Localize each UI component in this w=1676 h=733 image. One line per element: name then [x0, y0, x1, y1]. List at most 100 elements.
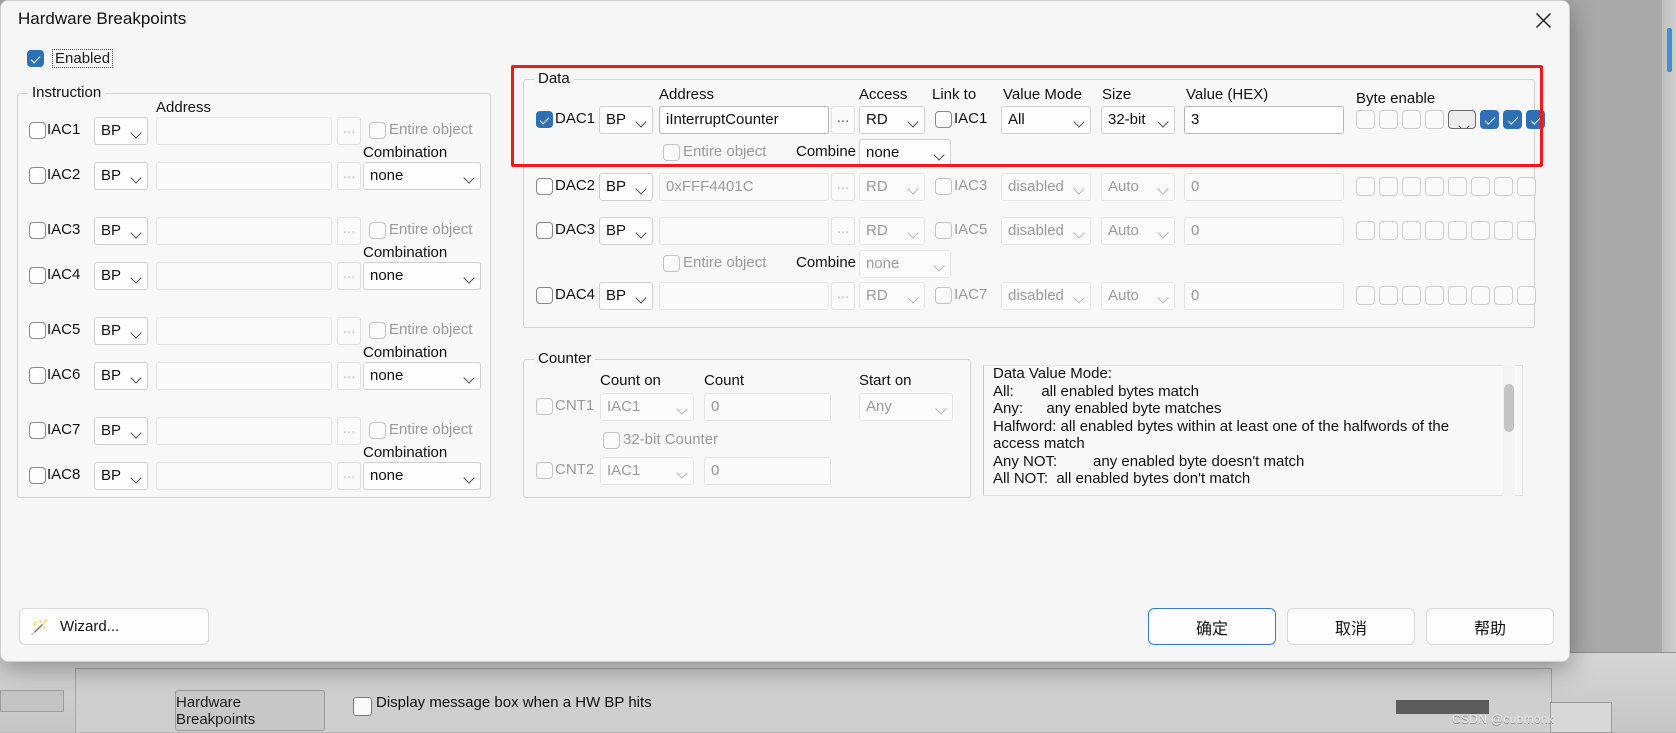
byte-enable-checkbox-dac3-0[interactable] — [1356, 221, 1375, 240]
background-hardware-breakpoints-button[interactable]: Hardware Breakpoints — [175, 690, 325, 731]
instruction-address-input-iac6[interactable] — [156, 362, 332, 390]
instruction-enable-checkbox-iac1[interactable] — [29, 122, 46, 139]
instruction-enable-checkbox-iac4[interactable] — [29, 267, 46, 284]
byte-enable-checkbox-dac2-0[interactable] — [1356, 177, 1375, 196]
instruction-address-input-iac7[interactable] — [156, 417, 332, 445]
instruction-enable-checkbox-iac5[interactable] — [29, 322, 46, 339]
byte-enable-checkbox-dac1-4[interactable] — [1448, 110, 1476, 129]
byte-enable-checkbox-dac1-5[interactable] — [1480, 110, 1499, 129]
instruction-type-select-iac4[interactable]: BP — [94, 262, 148, 290]
counter-counton-select-cnt2[interactable]: IAC1 — [600, 457, 694, 485]
data-valuemode-select-dac4[interactable]: disabled — [1001, 282, 1091, 310]
instruction-type-select-iac7[interactable]: BP — [94, 417, 148, 445]
byte-enable-checkbox-dac4-2[interactable] — [1402, 286, 1421, 305]
instruction-address-input-iac5[interactable] — [156, 317, 332, 345]
data-address-input-dac2[interactable]: 0xFFF4401C — [659, 173, 829, 201]
help-button[interactable]: 帮助 — [1426, 608, 1554, 645]
instruction-entire-object-checkbox-iac1[interactable] — [369, 122, 386, 139]
instruction-browse-button-iac1[interactable]: ... — [337, 117, 361, 145]
close-icon[interactable] — [1517, 1, 1569, 39]
byte-enable-checkbox-dac3-3[interactable] — [1425, 221, 1444, 240]
data-valuemode-select-dac3[interactable]: disabled — [1001, 217, 1091, 245]
instruction-combination-select-iac8[interactable]: none — [363, 462, 481, 490]
instruction-enable-checkbox-iac3[interactable] — [29, 222, 46, 239]
counter-count-input-cnt1[interactable]: 0 — [704, 393, 831, 421]
data-enable-checkbox-dac4[interactable] — [536, 287, 553, 304]
data-enable-checkbox-dac2[interactable] — [536, 178, 553, 195]
data-entire-object-checkbox-dac3[interactable] — [663, 255, 680, 272]
data-linkto-checkbox-dac2[interactable] — [935, 178, 952, 195]
instruction-type-select-iac3[interactable]: BP — [94, 217, 148, 245]
instruction-browse-button-iac7[interactable]: ... — [337, 417, 361, 445]
counter-starton-select-cnt1[interactable]: Any — [859, 393, 953, 421]
data-browse-button-dac4[interactable]: ... — [831, 282, 855, 310]
data-type-select-dac3[interactable]: BP — [599, 217, 653, 245]
byte-enable-checkbox-dac1-7[interactable] — [1526, 110, 1545, 129]
instruction-type-select-iac1[interactable]: BP — [94, 117, 148, 145]
data-size-select-dac3[interactable]: Auto — [1101, 217, 1175, 245]
byte-enable-checkbox-dac4-5[interactable] — [1471, 286, 1490, 305]
byte-enable-checkbox-dac2-7[interactable] — [1517, 177, 1536, 196]
cancel-button[interactable]: 取消 — [1287, 608, 1415, 645]
instruction-type-select-iac6[interactable]: BP — [94, 362, 148, 390]
counter-counton-select-cnt1[interactable]: IAC1 — [600, 393, 694, 421]
byte-enable-checkbox-dac2-2[interactable] — [1402, 177, 1421, 196]
instruction-entire-object-checkbox-iac7[interactable] — [369, 422, 386, 439]
instruction-address-input-iac4[interactable] — [156, 262, 332, 290]
data-size-select-dac1[interactable]: 32-bit — [1101, 106, 1175, 134]
byte-enable-checkbox-dac1-2[interactable] — [1402, 110, 1421, 129]
instruction-entire-object-checkbox-iac5[interactable] — [369, 322, 386, 339]
instruction-combination-select-iac6[interactable]: none — [363, 362, 481, 390]
data-valuemode-select-dac2[interactable]: disabled — [1001, 173, 1091, 201]
byte-enable-checkbox-dac3-6[interactable] — [1494, 221, 1513, 240]
instruction-type-select-iac2[interactable]: BP — [94, 162, 148, 190]
instruction-type-select-iac8[interactable]: BP — [94, 462, 148, 490]
data-size-select-dac4[interactable]: Auto — [1101, 282, 1175, 310]
byte-enable-checkbox-dac4-3[interactable] — [1425, 286, 1444, 305]
instruction-address-input-iac8[interactable] — [156, 462, 332, 490]
wizard-button[interactable]: 🪄 Wizard... — [19, 608, 209, 645]
enabled-checkbox-row[interactable]: Enabled — [27, 49, 113, 68]
byte-enable-checkbox-dac3-1[interactable] — [1379, 221, 1398, 240]
byte-enable-checkbox-dac3-7[interactable] — [1517, 221, 1536, 240]
data-value-input-dac4[interactable]: 0 — [1184, 282, 1344, 310]
data-value-input-dac2[interactable]: 0 — [1184, 173, 1344, 201]
instruction-enable-checkbox-iac8[interactable] — [29, 467, 46, 484]
instruction-browse-button-iac4[interactable]: ... — [337, 262, 361, 290]
data-access-select-dac1[interactable]: RD — [859, 106, 925, 134]
description-scrollbar-thumb[interactable] — [1504, 384, 1514, 432]
instruction-browse-button-iac8[interactable]: ... — [337, 462, 361, 490]
data-browse-button-dac1[interactable]: ... — [831, 106, 855, 134]
instruction-enable-checkbox-iac2[interactable] — [29, 167, 46, 184]
byte-enable-checkbox-dac2-4[interactable] — [1448, 177, 1467, 196]
byte-enable-checkbox-dac4-0[interactable] — [1356, 286, 1375, 305]
data-type-select-dac2[interactable]: BP — [599, 173, 653, 201]
instruction-browse-button-iac5[interactable]: ... — [337, 317, 361, 345]
byte-enable-checkbox-dac2-1[interactable] — [1379, 177, 1398, 196]
byte-enable-checkbox-dac4-1[interactable] — [1379, 286, 1398, 305]
instruction-browse-button-iac3[interactable]: ... — [337, 217, 361, 245]
byte-enable-checkbox-dac1-1[interactable] — [1379, 110, 1398, 129]
counter-enable-checkbox-cnt1[interactable] — [536, 398, 553, 415]
instruction-address-input-iac1[interactable] — [156, 117, 332, 145]
data-address-input-dac1[interactable]: iInterruptCounter — [659, 106, 829, 134]
byte-enable-checkbox-dac4-7[interactable] — [1517, 286, 1536, 305]
byte-enable-checkbox-dac2-3[interactable] — [1425, 177, 1444, 196]
data-value-input-dac3[interactable]: 0 — [1184, 217, 1344, 245]
instruction-entire-object-checkbox-iac3[interactable] — [369, 222, 386, 239]
instruction-browse-button-iac2[interactable]: ... — [337, 162, 361, 190]
data-entire-object-checkbox-dac1[interactable] — [663, 144, 680, 161]
data-linkto-checkbox-dac3[interactable] — [935, 222, 952, 239]
instruction-address-input-iac2[interactable] — [156, 162, 332, 190]
data-enable-checkbox-dac1[interactable] — [536, 111, 553, 128]
byte-enable-checkbox-dac3-2[interactable] — [1402, 221, 1421, 240]
byte-enable-checkbox-dac2-5[interactable] — [1471, 177, 1490, 196]
byte-enable-checkbox-dac1-0[interactable] — [1356, 110, 1375, 129]
ok-button[interactable]: 确定 — [1148, 608, 1276, 645]
data-combine-select-dac1[interactable]: none — [859, 139, 951, 167]
data-type-select-dac1[interactable]: BP — [599, 106, 653, 134]
instruction-combination-select-iac4[interactable]: none — [363, 262, 481, 290]
counter-enable-checkbox-cnt2[interactable] — [536, 462, 553, 479]
enabled-checkbox[interactable] — [27, 50, 44, 67]
data-linkto-checkbox-dac1[interactable] — [935, 111, 952, 128]
